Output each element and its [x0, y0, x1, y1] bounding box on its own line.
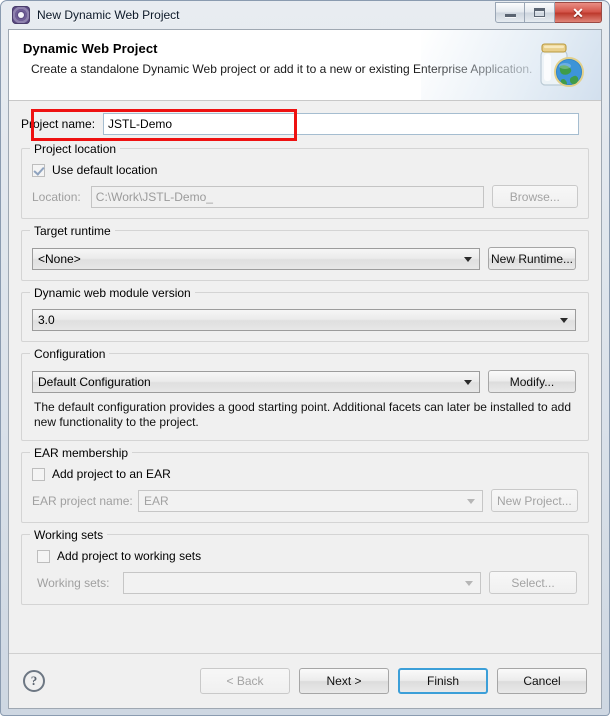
module-version-row: 3.0: [32, 309, 578, 331]
close-icon: ✕: [572, 4, 584, 21]
module-version-combo[interactable]: 3.0: [32, 309, 576, 331]
working-sets-label: Working sets:: [37, 575, 110, 590]
use-default-location-row[interactable]: Use default location: [32, 163, 578, 177]
use-default-location-label: Use default location: [52, 163, 158, 177]
chevron-down-icon: [465, 580, 473, 586]
maximize-button[interactable]: [525, 2, 555, 23]
select-working-sets-button[interactable]: Select...: [489, 571, 577, 594]
module-version-group: Dynamic web module version 3.0: [21, 286, 589, 342]
target-runtime-value: <None>: [38, 251, 81, 266]
configuration-value: Default Configuration: [38, 374, 151, 389]
back-button[interactable]: < Back: [200, 668, 290, 694]
ear-membership-group: EAR membership Add project to an EAR EAR…: [21, 446, 589, 523]
close-button[interactable]: ✕: [555, 2, 602, 23]
location-row: Location: Browse...: [32, 185, 578, 208]
next-button[interactable]: Next >: [299, 668, 389, 694]
working-sets-group-label: Working sets: [30, 528, 108, 542]
ear-membership-group-label: EAR membership: [30, 446, 133, 460]
configuration-combo[interactable]: Default Configuration: [32, 370, 480, 393]
add-to-working-sets-row[interactable]: Add project to working sets: [37, 549, 578, 563]
add-to-working-sets-label: Add project to working sets: [57, 549, 202, 563]
dialog-button-bar: ? < Back Next > Finish Cancel: [9, 653, 601, 708]
module-version-group-label: Dynamic web module version: [30, 286, 195, 300]
chevron-down-icon: [464, 256, 472, 262]
add-to-ear-row[interactable]: Add project to an EAR: [32, 467, 578, 481]
add-to-working-sets-checkbox[interactable]: [37, 549, 50, 563]
new-ear-project-button[interactable]: New Project...: [490, 489, 578, 512]
project-location-group-label: Project location: [30, 142, 121, 156]
project-name-input[interactable]: [103, 113, 580, 135]
minimize-button[interactable]: [495, 2, 525, 23]
maximize-icon: [534, 8, 545, 17]
navigation-buttons: < Back Next > Finish Cancel: [200, 668, 587, 694]
ear-project-name-combo[interactable]: EAR: [138, 489, 483, 512]
modify-button[interactable]: Modify...: [488, 370, 576, 393]
chevron-down-icon: [560, 318, 568, 323]
cancel-button[interactable]: Cancel: [497, 668, 587, 694]
chevron-down-icon: [466, 498, 475, 504]
configuration-description: The default configuration provides a goo…: [34, 400, 572, 429]
dialog-client-area: Dynamic Web Project Create a standalone …: [8, 29, 602, 709]
target-runtime-group: Target runtime <None> New Runtime...: [21, 224, 589, 281]
chevron-down-icon: [464, 379, 472, 385]
use-default-location-checkbox[interactable]: [32, 163, 45, 177]
window-controls: ✕: [495, 2, 602, 23]
working-sets-row: Working sets: Select...: [37, 571, 578, 594]
help-icon[interactable]: ?: [23, 670, 45, 692]
wizard-banner: Dynamic Web Project Create a standalone …: [9, 30, 601, 101]
configuration-group-label: Configuration: [30, 347, 110, 361]
ear-project-name-label: EAR project name:: [32, 493, 133, 508]
project-name-row: Project name:: [21, 109, 589, 141]
ear-project-name-row: EAR project name: EAR New Project...: [32, 489, 578, 512]
project-name-label: Project name:: [21, 117, 96, 131]
dialog-window: New Dynamic Web Project ✕ Dynamic Web Pr…: [0, 0, 610, 716]
module-version-value: 3.0: [38, 313, 55, 327]
working-sets-group: Working sets Add project to working sets…: [21, 528, 589, 605]
finish-button[interactable]: Finish: [398, 668, 488, 694]
project-location-group: Project location Use default location Lo…: [21, 142, 589, 219]
configuration-row: Default Configuration Modify...: [32, 370, 578, 393]
jar-globe-icon: [540, 43, 584, 87]
target-runtime-row: <None> New Runtime...: [32, 247, 578, 270]
title-bar: New Dynamic Web Project ✕: [8, 1, 602, 29]
configuration-group: Configuration Default Configuration Modi…: [21, 347, 589, 441]
page-subtitle: Create a standalone Dynamic Web project …: [31, 62, 533, 76]
page-title: Dynamic Web Project: [23, 41, 158, 56]
add-to-ear-label: Add project to an EAR: [52, 467, 171, 481]
new-runtime-button[interactable]: New Runtime...: [488, 247, 576, 270]
target-runtime-combo[interactable]: <None>: [32, 247, 480, 270]
minimize-icon: [504, 14, 516, 17]
wizard-page: Project name: Project location Use defau…: [9, 101, 601, 653]
ear-project-name-value: EAR: [144, 493, 169, 508]
window-title: New Dynamic Web Project: [37, 8, 180, 22]
wizard-gear-icon: [12, 6, 30, 24]
working-sets-combo[interactable]: [123, 571, 481, 594]
add-to-ear-checkbox[interactable]: [32, 467, 45, 481]
location-label: Location:: [32, 189, 81, 204]
target-runtime-group-label: Target runtime: [30, 224, 115, 238]
location-input[interactable]: [90, 185, 484, 208]
browse-button[interactable]: Browse...: [491, 185, 578, 208]
